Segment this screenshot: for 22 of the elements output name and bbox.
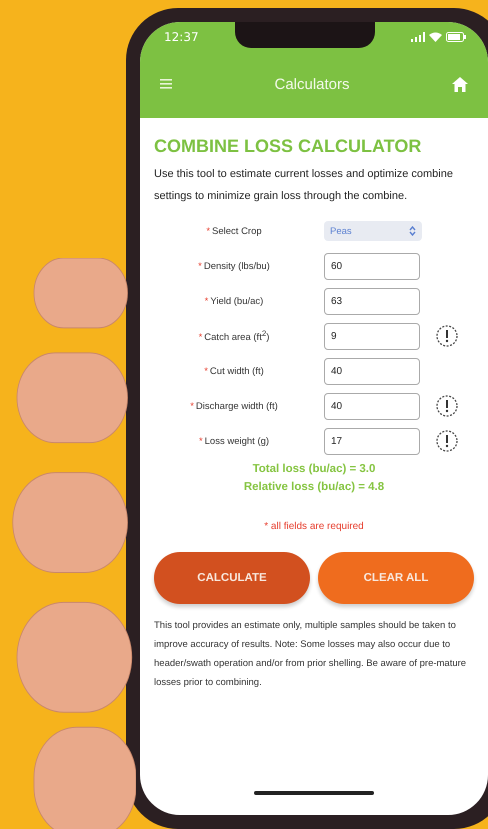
result-text: Total loss (bu/ac) = 3.0 xyxy=(252,463,376,475)
field-label: * Catch area (ft$^{2}$) xyxy=(198,328,270,344)
input-field[interactable]: 63 xyxy=(324,288,420,314)
field-label: * Loss weight (g) xyxy=(198,436,270,446)
calculate-button[interactable]: CALCULATE xyxy=(154,552,310,604)
input-field[interactable]: 40 xyxy=(324,392,420,420)
field-label: * Density (lbs/bu) xyxy=(197,260,271,272)
required-note: * all fields are required xyxy=(263,521,365,532)
input-field[interactable]: 9 xyxy=(324,322,420,350)
input-field[interactable]: 60 xyxy=(324,252,420,280)
input-field[interactable]: 17 xyxy=(324,428,420,454)
status-time: 12:37 xyxy=(164,30,199,44)
field-label: * Yield (bu/ac) xyxy=(204,296,264,306)
disclaimer-text: This tool provides an estimate only, multiple samples should be taken to improve accuracy of results. Note: Some losses may also occur due to header/swath operation and/or from prior shelling. Be aware of pre-mature losses prior to combining. xyxy=(154,619,468,690)
input-field[interactable]: 40 xyxy=(324,358,420,384)
field-label: * Cut width (ft) xyxy=(203,366,265,376)
result-text: Relative loss (bu/ac) = 4.8 xyxy=(244,481,384,493)
field-label: * Discharge width (ft) xyxy=(189,400,279,412)
intro-text: Use this tool to estimate current losses and optimize combine settings to minimize grain loss through the combine. xyxy=(154,167,454,204)
calculator-title: COMBINE LOSS CALCULATOR xyxy=(154,136,422,157)
field-label: * Select Crop xyxy=(205,226,263,236)
header-title: Calculators xyxy=(274,76,350,92)
